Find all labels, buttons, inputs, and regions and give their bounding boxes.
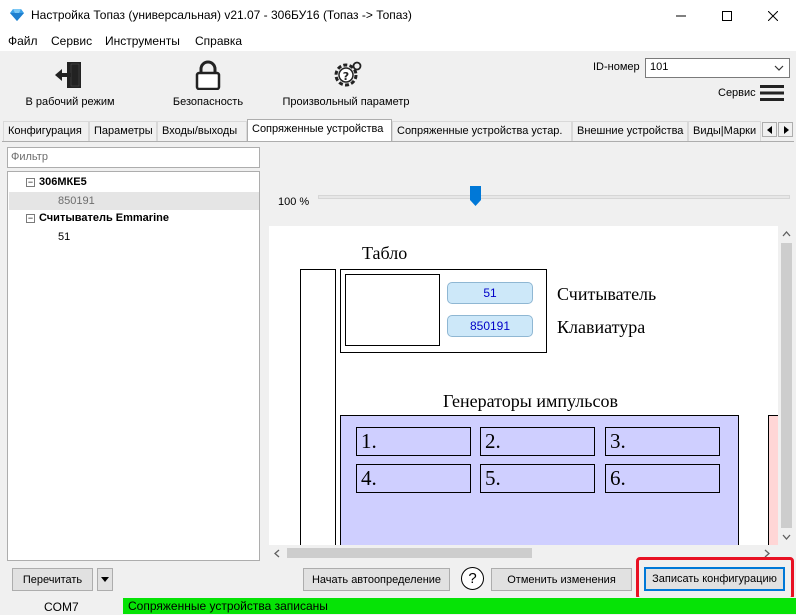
vertical-scrollbar[interactable] — [778, 226, 795, 545]
id-number-select[interactable]: 101 — [645, 58, 790, 78]
keypad-value-field[interactable]: 850191 — [447, 315, 533, 337]
tree-child-850191[interactable]: 850191 — [58, 195, 95, 207]
tab-paired-devices-legacy[interactable]: Сопряженные устройства устар. — [392, 121, 572, 141]
generator-cell-6[interactable]: 6. — [605, 464, 720, 493]
window-title: Настройка Топаз (универсальная) v21.07 -… — [31, 8, 412, 22]
menu-service[interactable]: Сервис — [51, 34, 92, 48]
tree-node-306mke5[interactable]: 306МКЕ5 — [39, 176, 87, 188]
filter-input[interactable]: Фильтр — [7, 147, 260, 168]
lock-icon — [195, 60, 221, 90]
svg-text:?: ? — [343, 70, 349, 83]
generator-cell-2[interactable]: 2. — [480, 427, 595, 456]
tree-node-emmarine-reader[interactable]: Считыватель Emmarine — [39, 212, 169, 224]
close-icon — [768, 10, 778, 21]
maximize-button[interactable] — [704, 0, 750, 31]
title-bar: Настройка Топаз (универсальная) v21.07 -… — [0, 0, 796, 31]
reread-button[interactable]: Перечитать — [12, 568, 93, 591]
vertical-scroll-thumb[interactable] — [781, 243, 792, 528]
tab-configuration[interactable]: Конфигурация — [3, 121, 89, 141]
custom-param-button[interactable]: ? Произвольный параметр — [278, 60, 414, 108]
reader-value-field[interactable]: 51 — [447, 282, 533, 304]
work-mode-button[interactable]: В рабочий режим — [20, 60, 120, 108]
diamond-icon — [10, 9, 24, 21]
tab-scroll-right[interactable] — [778, 122, 793, 137]
tab-external-devices[interactable]: Внешние устройства — [572, 121, 688, 141]
work-mode-label: В рабочий режим — [25, 96, 115, 108]
collapse-icon[interactable]: − — [26, 178, 35, 187]
tab-inputs-outputs[interactable]: Входы/выходы — [157, 121, 247, 141]
generators-title: Генераторы импульсов — [443, 391, 618, 411]
service-label: Сервис — [718, 87, 756, 99]
generator-cell-4[interactable]: 4. — [356, 464, 471, 493]
tab-scroll-left[interactable] — [762, 122, 777, 137]
tablo-label: Табло — [362, 243, 408, 263]
diagram-left-strip — [300, 269, 336, 545]
display-screen — [345, 274, 440, 346]
cancel-changes-button[interactable]: Отменить изменения — [491, 568, 632, 591]
horizontal-scroll-thumb[interactable] — [287, 548, 532, 558]
id-number-value: 101 — [650, 61, 669, 73]
status-message: Сопряженные устройства записаны — [123, 598, 796, 614]
id-number-label: ID-номер — [593, 61, 640, 73]
help-icon: ? — [468, 570, 477, 587]
security-button[interactable]: Безопасность — [160, 60, 256, 108]
tab-types-brands[interactable]: Виды|Марки — [688, 121, 761, 141]
collapse-icon[interactable]: − — [26, 214, 35, 223]
tree-child-51[interactable]: 51 — [58, 231, 70, 243]
autodetect-button[interactable]: Начать автоопределение — [303, 568, 450, 591]
minimize-button[interactable] — [658, 0, 704, 31]
minimize-icon — [676, 15, 686, 16]
generator-cell-1[interactable]: 1. — [356, 427, 471, 456]
zoom-slider-track[interactable] — [318, 195, 790, 199]
tree-selection-highlight — [9, 192, 259, 210]
tab-paired-devices[interactable]: Сопряженные устройства — [247, 119, 392, 141]
custom-param-label: Произвольный параметр — [282, 96, 410, 108]
caret-down-icon — [101, 577, 109, 582]
diagram-canvas[interactable]: Табло 51 850191 Считыватель Клавиатура Г… — [269, 226, 778, 545]
reader-label: Считыватель — [557, 284, 657, 304]
zoom-slider-thumb[interactable] — [470, 186, 481, 206]
gear-question-icon: ? — [334, 61, 362, 87]
menu-help[interactable]: Справка — [195, 34, 242, 48]
zoom-label: 100 % — [278, 196, 310, 208]
generator-cell-5[interactable]: 5. — [480, 464, 595, 493]
menu-tools[interactable]: Инструменты — [105, 34, 180, 48]
security-label: Безопасность — [172, 96, 244, 108]
save-configuration-button[interactable]: Записать конфигурацию — [644, 567, 785, 591]
tab-bar: Конфигурация Параметры Входы/выходы Сопр… — [0, 119, 796, 141]
keypad-label: Клавиатура — [557, 317, 646, 337]
chevron-up-icon[interactable] — [782, 231, 791, 237]
device-tree[interactable]: − 306МКЕ5 850191 − Считыватель Emmarine … — [7, 171, 260, 561]
hamburger-menu-icon[interactable] — [760, 84, 784, 102]
chevron-down-icon — [774, 65, 784, 71]
close-button[interactable] — [750, 0, 796, 31]
chevron-right-icon — [783, 125, 789, 134]
diagram-right-block-edge — [768, 415, 778, 545]
menu-bar: Файл Сервис Инструменты Справка — [0, 31, 796, 51]
maximize-icon — [722, 10, 732, 21]
chevron-left-icon[interactable] — [274, 549, 280, 558]
status-port: COM7 — [44, 600, 79, 614]
generator-cell-3[interactable]: 3. — [605, 427, 720, 456]
reread-dropdown-button[interactable] — [97, 568, 113, 591]
tab-parameters[interactable]: Параметры — [89, 121, 157, 141]
menu-file[interactable]: Файл — [8, 34, 38, 48]
chevron-down-icon[interactable] — [782, 534, 791, 540]
help-button[interactable]: ? — [461, 567, 484, 590]
exit-door-icon — [55, 62, 81, 88]
chevron-left-icon — [766, 125, 772, 134]
